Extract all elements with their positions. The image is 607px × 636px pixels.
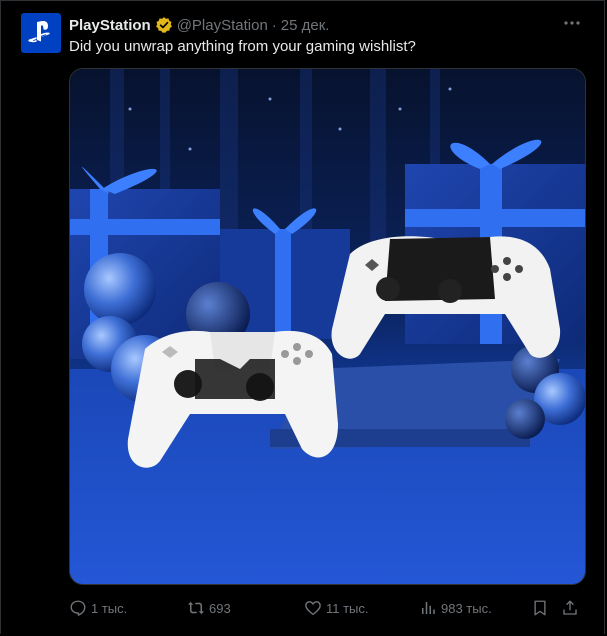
share-icon	[563, 600, 577, 615]
repost-count: 693	[209, 600, 231, 616]
bookmark-icon	[534, 600, 546, 616]
controllers-photo	[70, 69, 585, 584]
tweet-text: Did you unwrap anything from your gaming…	[69, 38, 416, 55]
heart-icon	[305, 601, 321, 616]
more-icon	[564, 21, 580, 25]
bookmark-button[interactable]	[531, 599, 561, 617]
author-name[interactable]: PlayStation	[69, 17, 151, 34]
playstation-logo-icon	[28, 21, 50, 43]
reply-button[interactable]: 1 тыс.	[69, 599, 187, 617]
tweet-image[interactable]	[69, 68, 586, 585]
repost-button[interactable]: 693	[187, 599, 304, 617]
avatar[interactable]	[21, 13, 61, 53]
tweet-actions: 1 тыс. 693 11 тыс. 983 тыс.	[69, 595, 584, 621]
like-count: 11 тыс.	[326, 600, 369, 616]
post-date[interactable]: 25 дек.	[281, 17, 330, 34]
views-icon	[422, 602, 435, 614]
share-button[interactable]	[561, 599, 581, 617]
author-handle[interactable]: @PlayStation	[177, 17, 268, 34]
separator-dot: ·	[271, 16, 277, 34]
reply-icon	[70, 600, 86, 616]
views-button[interactable]: 983 тыс.	[419, 599, 531, 617]
verified-badge-icon	[155, 16, 173, 34]
tweet-header: PlayStation @PlayStation · 25 дек.	[69, 14, 584, 36]
like-button[interactable]: 11 тыс.	[304, 599, 419, 617]
more-options-button[interactable]	[562, 13, 582, 33]
views-count: 983 тыс.	[441, 600, 492, 616]
reply-count: 1 тыс.	[91, 600, 128, 616]
repost-icon	[188, 601, 204, 615]
tweet[interactable]: PlayStation @PlayStation · 25 дек. Did y…	[0, 0, 605, 634]
